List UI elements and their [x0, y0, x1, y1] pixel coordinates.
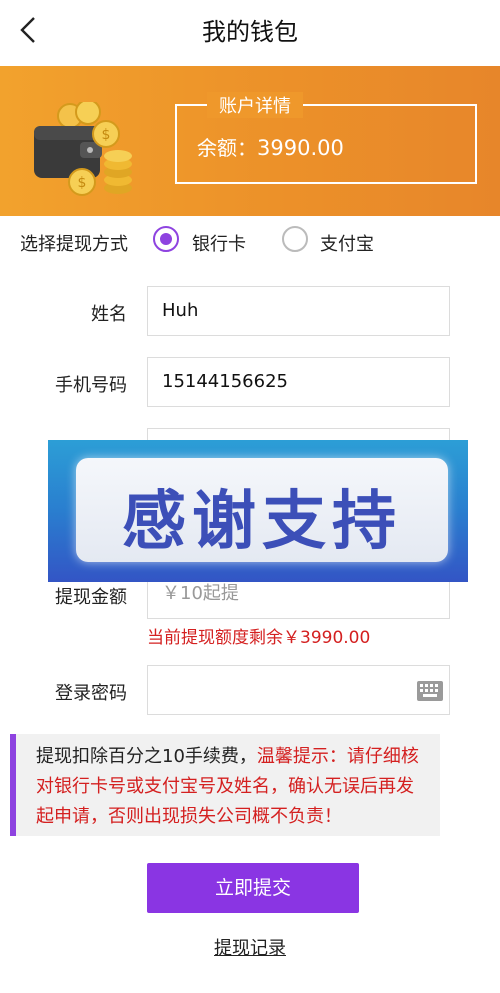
quota-hint: 当前提现额度剩余￥3990.00 [147, 628, 371, 648]
password-input[interactable] [147, 665, 450, 715]
submit-button[interactable]: 立即提交 [147, 863, 359, 913]
svg-text:$: $ [78, 175, 87, 191]
phone-input[interactable]: 15144156625 [147, 357, 450, 407]
password-label: 登录密码 [55, 683, 127, 704]
balance-display: 余额：3990.00 [197, 132, 344, 161]
name-label: 姓名 [91, 304, 127, 325]
account-details-title: 账户详情 [207, 92, 303, 118]
radio-alipay-label[interactable]: 支付宝 [320, 230, 374, 256]
fee-notice: 提现扣除百分之10手续费，温馨提示：请仔细核对银行卡号或支付宝号及姓名，确认无误… [10, 734, 440, 836]
thanks-overlay-panel: 感谢支持 [76, 458, 448, 562]
fee-notice-text: 提现扣除百分之10手续费， [36, 746, 257, 767]
withdraw-record-link[interactable]: 提现记录 [0, 934, 500, 960]
thanks-overlay-text: 感谢支持 [122, 485, 402, 559]
radio-alipay[interactable] [282, 226, 308, 252]
top-bar: 我的钱包 [0, 0, 500, 66]
phone-label: 手机号码 [55, 375, 127, 396]
svg-text:$: $ [102, 127, 111, 143]
radio-bank-card[interactable] [153, 226, 179, 252]
withdraw-method-label: 选择提现方式 [20, 234, 128, 255]
wallet-banner: $ $ 账户详情 余额：3990.00 [0, 66, 500, 216]
thanks-overlay-banner: 感谢支持 [48, 440, 468, 582]
account-details-box: 账户详情 余额：3990.00 [175, 92, 477, 184]
withdraw-method-row: 选择提现方式 银行卡 支付宝 [0, 222, 500, 260]
balance-label: 余额： [197, 136, 257, 160]
radio-bank-card-label[interactable]: 银行卡 [192, 230, 246, 256]
page-title: 我的钱包 [202, 18, 298, 46]
wallet-coins-icon: $ $ [34, 102, 132, 196]
name-input[interactable]: Huh [147, 286, 450, 336]
amount-label: 提现金额 [55, 587, 127, 608]
balance-value: 3990.00 [257, 136, 344, 160]
keyboard-icon[interactable] [417, 681, 443, 701]
